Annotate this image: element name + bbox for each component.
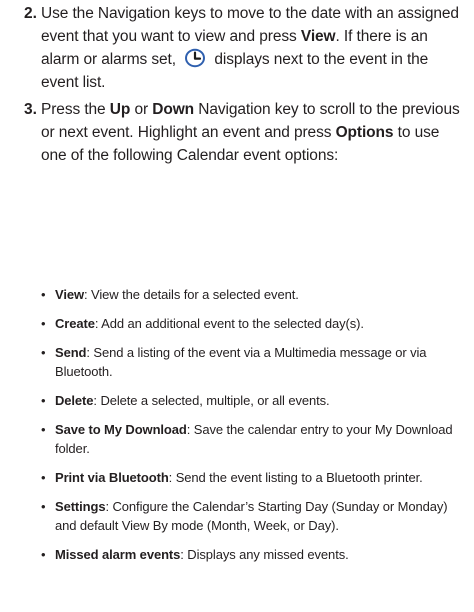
option-description: : Delete a selected, multiple, or all ev… xyxy=(93,393,330,408)
option-term: Create xyxy=(55,316,95,331)
list-item: • Print via Bluetooth: Send the event lis… xyxy=(41,468,468,487)
bullet-icon: • xyxy=(41,393,46,408)
option-description: : View the details for a selected event. xyxy=(84,287,299,302)
option-description: : Send the event listing to a Bluetooth … xyxy=(168,470,423,485)
bullet-icon: • xyxy=(41,422,46,437)
down-key-label: Down xyxy=(152,101,195,118)
option-description: : Send a listing of the event via a Mult… xyxy=(55,345,427,379)
bullet-icon: • xyxy=(41,316,46,331)
option-term: Send xyxy=(55,345,87,360)
list-item: • Missed alarm events: Displays any misse… xyxy=(41,545,468,564)
list-item: • Create: Add an additional event to the … xyxy=(41,314,468,333)
options-key-label: Options xyxy=(335,124,394,141)
option-term: View xyxy=(55,287,84,302)
option-description: : Add an additional event to the selecte… xyxy=(94,316,364,331)
step-3-text: Press the Up or Down Navigation key to s… xyxy=(41,101,460,164)
option-term: Missed alarm events xyxy=(55,547,181,562)
bullet-icon: • xyxy=(41,499,46,514)
list-item: • Settings: Configure the Calendar’s Star… xyxy=(41,497,468,535)
up-key-label: Up xyxy=(109,101,131,118)
bullet-icon: • xyxy=(41,345,46,360)
list-item: • Send: Send a listing of the event via a… xyxy=(41,343,468,381)
calendar-options-list: • View: View the details for a selected e… xyxy=(41,285,468,574)
option-term: Print via Bluetooth xyxy=(55,470,169,485)
step-2-text: Use the Navigation keys to move to the d… xyxy=(41,5,459,91)
step-3: 3. Press the Up or Down Navigation key t… xyxy=(24,98,468,167)
step-2: 2. Use the Navigation keys to move to th… xyxy=(24,2,468,94)
bullet-icon: • xyxy=(41,287,46,302)
manual-page: 2. Use the Navigation keys to move to th… xyxy=(0,0,474,612)
option-term: Delete xyxy=(55,393,94,408)
bullet-icon: • xyxy=(41,470,46,485)
bullet-icon: • xyxy=(41,547,46,562)
list-item: • Save to My Download: Save the calendar … xyxy=(41,420,468,458)
step-number: 2. xyxy=(24,5,37,22)
list-item: • View: View the details for a selected e… xyxy=(41,285,468,304)
step-number: 3. xyxy=(24,101,37,118)
option-term: Settings xyxy=(55,499,106,514)
option-description: : Configure the Calendar’s Starting Day … xyxy=(55,499,448,533)
option-term: Save to My Download xyxy=(55,422,187,437)
alarm-clock-icon xyxy=(184,48,206,68)
option-description: : Displays any missed events. xyxy=(180,547,349,562)
list-item: • Delete: Delete a selected, multiple, or… xyxy=(41,391,468,410)
view-key-label: View xyxy=(300,28,336,45)
